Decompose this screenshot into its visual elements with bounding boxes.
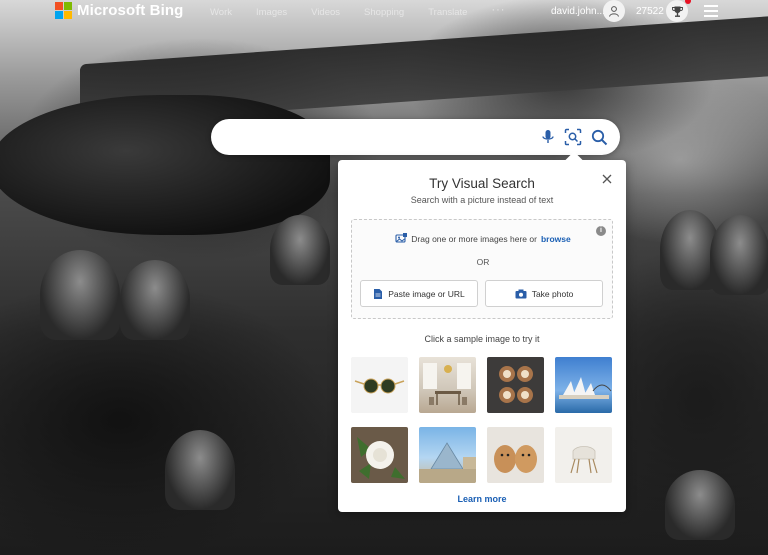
panel-title: Try Visual Search: [429, 176, 535, 191]
nav-videos[interactable]: Videos: [311, 7, 340, 18]
nav-images[interactable]: Images: [256, 7, 287, 18]
panel-subtitle: Search with a picture instead of text: [410, 195, 554, 205]
sample-louvre-pyramid[interactable]: [419, 427, 476, 483]
person: [40, 250, 120, 340]
hamburger-line: [704, 10, 718, 12]
person: [665, 470, 735, 540]
photo-label: Take photo: [531, 288, 574, 299]
notification-dot: [685, 0, 691, 4]
visual-search-icon[interactable]: [563, 127, 583, 147]
search-input[interactable]: [227, 128, 527, 146]
brand-name: Microsoft Bing: [77, 2, 184, 19]
document-icon: [374, 288, 383, 299]
drop-instructions: Drag one or more images here or browse: [352, 233, 614, 244]
nav-translate[interactable]: Translate: [428, 7, 467, 18]
drag-text: Drag one or more images here or: [411, 233, 537, 244]
rewards-button[interactable]: [666, 0, 688, 22]
sample-latte-art[interactable]: [487, 357, 544, 413]
person: [710, 215, 768, 295]
browse-link[interactable]: browse: [541, 234, 571, 244]
search-icon[interactable]: [589, 127, 609, 147]
nav-shopping[interactable]: Shopping: [364, 7, 404, 18]
trophy-icon: [671, 6, 683, 17]
sample-images-label: Click a sample image to try it: [424, 334, 540, 344]
airplane-fuselage: [0, 95, 330, 235]
paste-image-button[interactable]: Paste image or URL: [360, 280, 478, 307]
image-drop-zone[interactable]: i Drag one or more images here or browse…: [351, 219, 613, 319]
bing-logo[interactable]: Microsoft Bing: [55, 2, 183, 19]
avatar[interactable]: [603, 0, 625, 22]
nav-more[interactable]: ···: [491, 4, 505, 18]
top-header: Microsoft Bing Work Images Videos Shoppi…: [0, 0, 768, 26]
sample-chair[interactable]: [555, 427, 612, 483]
sample-dining-room[interactable]: [419, 357, 476, 413]
hamburger-line: [704, 5, 718, 7]
nav-work[interactable]: Work: [210, 7, 232, 18]
menu-button[interactable]: [704, 5, 718, 17]
search-box: [211, 119, 620, 155]
sample-sunglasses[interactable]: [351, 357, 408, 413]
sample-puppies[interactable]: [487, 427, 544, 483]
person: [165, 430, 235, 510]
rewards-points[interactable]: 27522: [636, 6, 664, 17]
drag-image-icon: [395, 233, 408, 243]
camera-icon: [515, 289, 527, 298]
sample-sydney-opera-house[interactable]: [555, 357, 612, 413]
or-divider: OR: [476, 257, 490, 267]
hamburger-line: [704, 15, 718, 17]
close-icon[interactable]: [600, 172, 614, 186]
sample-white-flower[interactable]: [351, 427, 408, 483]
username[interactable]: david.john...: [551, 6, 605, 17]
paste-label: Paste image or URL: [388, 288, 465, 299]
microphone-icon[interactable]: [538, 127, 558, 147]
top-nav: Work Images Videos Shopping Translate ··…: [210, 4, 505, 18]
learn-more-link[interactable]: Learn more: [338, 494, 626, 504]
person: [270, 215, 330, 285]
visual-search-panel: Try Visual Search Search with a picture …: [338, 151, 626, 512]
user-icon: [609, 6, 619, 17]
microsoft-logo-icon: [55, 2, 72, 19]
take-photo-button[interactable]: Take photo: [485, 280, 603, 307]
person: [120, 260, 190, 340]
